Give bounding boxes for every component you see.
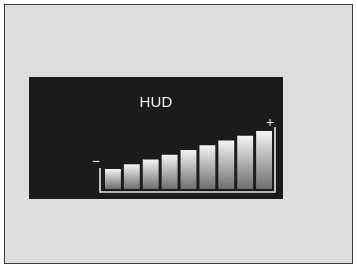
figure-frame: HUD − + xyxy=(4,4,353,264)
level-bar-2 xyxy=(123,164,140,189)
level-bar-8 xyxy=(237,135,254,189)
level-bar-7 xyxy=(218,140,235,189)
level-bar-4 xyxy=(161,154,178,189)
level-bar-3 xyxy=(142,159,159,189)
hud-brightness-display: HUD − + xyxy=(29,77,283,199)
level-bar-9 xyxy=(256,131,272,189)
level-bar-6 xyxy=(199,145,216,189)
level-bar-5 xyxy=(180,150,197,189)
level-bar-1 xyxy=(105,169,121,189)
hud-level-scale xyxy=(99,127,276,193)
